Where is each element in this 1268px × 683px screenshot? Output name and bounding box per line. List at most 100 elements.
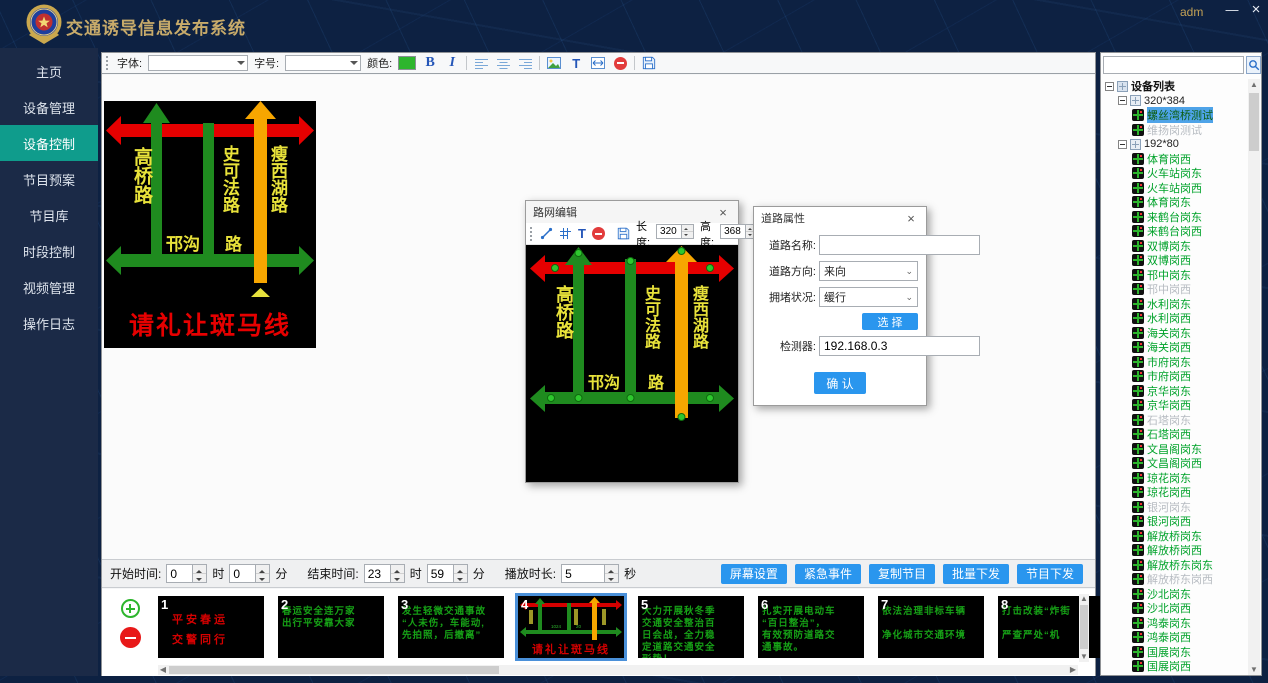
editor-canvas[interactable]: 高桥路 史可法路 瘦西湖路 邗沟 路 [526,245,738,482]
length-input[interactable] [656,224,682,239]
program-thumbnail[interactable]: 3 发生轻微交通事故 “人未伤，车能动, 先拍照，后撤离” [398,596,504,658]
tree-item[interactable]: 石塔岗西 [1102,427,1250,442]
sidebar-item[interactable]: 操作日志 [0,305,98,341]
tree-item[interactable]: 文昌阁岗东 [1102,442,1250,457]
align-right-button[interactable] [517,55,533,71]
sidebar-item[interactable]: 设备控制 [0,125,98,161]
tree-item[interactable]: 螺丝湾桥测试 [1102,108,1250,123]
sidebar-item[interactable]: 时段控制 [0,233,98,269]
tree-expand-icon[interactable] [1118,140,1127,149]
program-thumbnail[interactable]: 6 扎实开展电动车 “百日整治”， 有效预防道路交 通事故。 [758,596,864,658]
italic-button[interactable]: I [444,55,460,71]
tree-expand-icon[interactable] [1118,96,1127,105]
delete-button[interactable] [612,55,628,71]
tree-item[interactable]: 水利岗西 [1102,311,1250,326]
font-size-select[interactable] [285,55,361,71]
tree-item[interactable]: 国展岗西 [1102,659,1250,674]
start-hour-spinner[interactable] [193,564,207,583]
end-minute-spinner[interactable] [454,564,468,583]
tree-item[interactable]: 体育岗西 [1102,152,1250,167]
tree-item[interactable]: 海关岗西 [1102,340,1250,355]
tree-item[interactable]: 市府岗东 [1102,355,1250,370]
delete-tool-button[interactable] [592,226,605,242]
color-swatch[interactable] [398,56,416,70]
toolbar-grip-icon[interactable] [106,56,109,70]
dialog-titlebar[interactable]: 道路属性 × [754,207,926,229]
junction-tool-button[interactable] [559,226,572,242]
tree-item[interactable]: 来鹤台岗东 [1102,210,1250,225]
tree-item[interactable]: 来鹤台岗西 [1102,224,1250,239]
length-spinner[interactable] [682,224,694,239]
program-thumbnail-selected[interactable]: 4 1024 20 请礼让斑马线 [518,596,624,658]
insert-image-button[interactable] [546,55,562,71]
tree-item[interactable]: 解放桥岗东 [1102,529,1250,544]
tree-item[interactable]: 沙北岗东 [1102,587,1250,602]
dialog-close-button[interactable]: × [903,211,919,226]
tree-item[interactable]: 320*384 [1102,94,1250,109]
action-button[interactable]: 屏幕设置 [721,564,787,584]
detector-input[interactable] [819,336,980,356]
tree-item[interactable]: 解放桥东岗西 [1102,572,1250,587]
text-tool-button[interactable]: T [578,226,586,242]
save-button[interactable] [641,55,657,71]
tree-item[interactable]: 设备列表 [1102,79,1250,94]
toolbar-grip-icon[interactable] [530,227,532,241]
tree-item[interactable]: 市府岗西 [1102,369,1250,384]
sidebar-item[interactable]: 节目库 [0,197,98,233]
sidebar-item[interactable]: 主页 [0,53,98,89]
sign-preview[interactable]: 高桥路 史可法路 瘦西湖路 邗沟 路 请礼让斑马线 [104,101,316,348]
duration-input[interactable] [561,564,605,583]
tree-item[interactable]: 192*80 [1102,137,1250,152]
thumbnails-horizontal-scrollbar[interactable]: ◀ ▶ [158,665,1078,675]
start-hour-input[interactable] [166,564,193,583]
save-tool-button[interactable] [617,226,630,242]
action-button[interactable]: 节目下发 [1017,564,1083,584]
confirm-button[interactable]: 确 认 [814,372,866,394]
tree-item[interactable]: 银河岗西 [1102,514,1250,529]
dialog-close-button[interactable]: × [715,205,731,220]
tree-item[interactable]: 水利岗东 [1102,297,1250,312]
congestion-select[interactable]: 缓行 ⌄ [819,287,918,307]
tree-item[interactable]: 邗中岗西 [1102,282,1250,297]
start-minute-spinner[interactable] [256,564,270,583]
close-button[interactable]: × [1246,1,1266,19]
sidebar-item[interactable]: 节目预案 [0,161,98,197]
road-name-input[interactable] [819,235,980,255]
add-program-button[interactable] [121,599,140,618]
sidebar-item[interactable]: 设备管理 [0,89,98,125]
tree-expand-icon[interactable] [1105,82,1114,91]
tree-item[interactable]: 银河岗东 [1102,500,1250,515]
fit-width-button[interactable] [590,55,606,71]
start-minute-input[interactable] [229,564,256,583]
action-button[interactable]: 紧急事件 [795,564,861,584]
program-thumbnail[interactable]: 7 依法治理非标车辆 净化城市交通环境 [878,596,984,658]
align-center-button[interactable] [495,55,511,71]
road-direction-select[interactable]: 来向 ⌄ [819,261,918,281]
tree-item[interactable]: 鸿泰岗东 [1102,616,1250,631]
action-button[interactable]: 复制节目 [869,564,935,584]
font-select[interactable] [148,55,248,71]
search-button[interactable] [1246,56,1261,74]
action-button[interactable]: 批量下发 [943,564,1009,584]
program-thumbnail[interactable]: 2 春运安全连万家 出行平安靠大家 [278,596,384,658]
tree-item[interactable]: 京华岗东 [1102,384,1250,399]
tree-item[interactable]: 国展岗东 [1102,645,1250,660]
device-search-input[interactable] [1103,56,1244,74]
tree-item[interactable]: 双博岗东 [1102,239,1250,254]
tree-item[interactable]: 琼花岗东 [1102,471,1250,486]
tree-item[interactable]: 火车站岗东 [1102,166,1250,181]
tree-item[interactable]: 火车站岗西 [1102,181,1250,196]
draw-line-tool-button[interactable] [540,226,553,242]
tree-scrollbar[interactable]: ▲ ▼ [1248,79,1260,675]
tree-item[interactable]: 石塔岗东 [1102,413,1250,428]
thumbnails-vertical-scrollbar[interactable]: ▲ ▼ [1079,594,1089,662]
tree-item[interactable]: 双博岗西 [1102,253,1250,268]
tree-item[interactable]: 维扬岗测试 [1102,123,1250,138]
duration-spinner[interactable] [605,564,619,583]
bold-button[interactable]: B [422,55,438,71]
tree-item[interactable]: 文昌阁岗西 [1102,456,1250,471]
end-hour-input[interactable] [364,564,391,583]
program-thumbnail[interactable]: 5 大力开展秋冬季 交通安全整治百 日会战，全力稳 定道路交通安全 形势！ [638,596,744,658]
select-button[interactable]: 选 择 [862,313,918,330]
text-tool-button[interactable]: T [568,55,584,71]
